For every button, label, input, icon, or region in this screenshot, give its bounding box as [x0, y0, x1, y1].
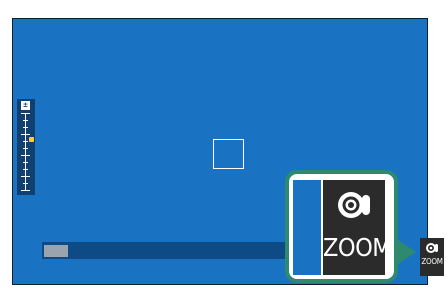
ev-tick	[23, 141, 28, 142]
lens-icon	[338, 192, 370, 218]
callout-screen-edge	[293, 180, 321, 275]
ev-tick	[23, 183, 28, 184]
zoom-button-callout: ZOOM	[285, 170, 398, 283]
lens-icon	[426, 243, 438, 253]
ev-tick	[21, 176, 30, 177]
ev-tick	[21, 113, 30, 114]
zoom-button-magnified-label: ZOOM	[323, 233, 392, 262]
ev-tick	[23, 127, 28, 128]
callout-pointer	[398, 240, 416, 264]
zoom-button-label: ZOOM	[421, 257, 443, 266]
ev-tick	[21, 155, 30, 156]
ev-tick	[23, 120, 28, 121]
zoom-button-magnified: ZOOM	[323, 180, 392, 275]
ev-tick	[21, 190, 30, 191]
ev-tick	[23, 148, 28, 149]
ev-tick	[23, 162, 28, 163]
ev-tick	[21, 134, 30, 135]
exposure-compensation-scale: ±	[17, 99, 35, 195]
ev-indicator	[29, 137, 34, 142]
zoom-slider-thumb[interactable]	[44, 245, 68, 257]
ev-scale-axis	[25, 113, 26, 191]
zoom-button[interactable]: ZOOM	[420, 238, 444, 276]
exposure-icon: ±	[21, 101, 30, 110]
ev-tick	[23, 169, 28, 170]
focus-frame[interactable]	[213, 139, 244, 169]
